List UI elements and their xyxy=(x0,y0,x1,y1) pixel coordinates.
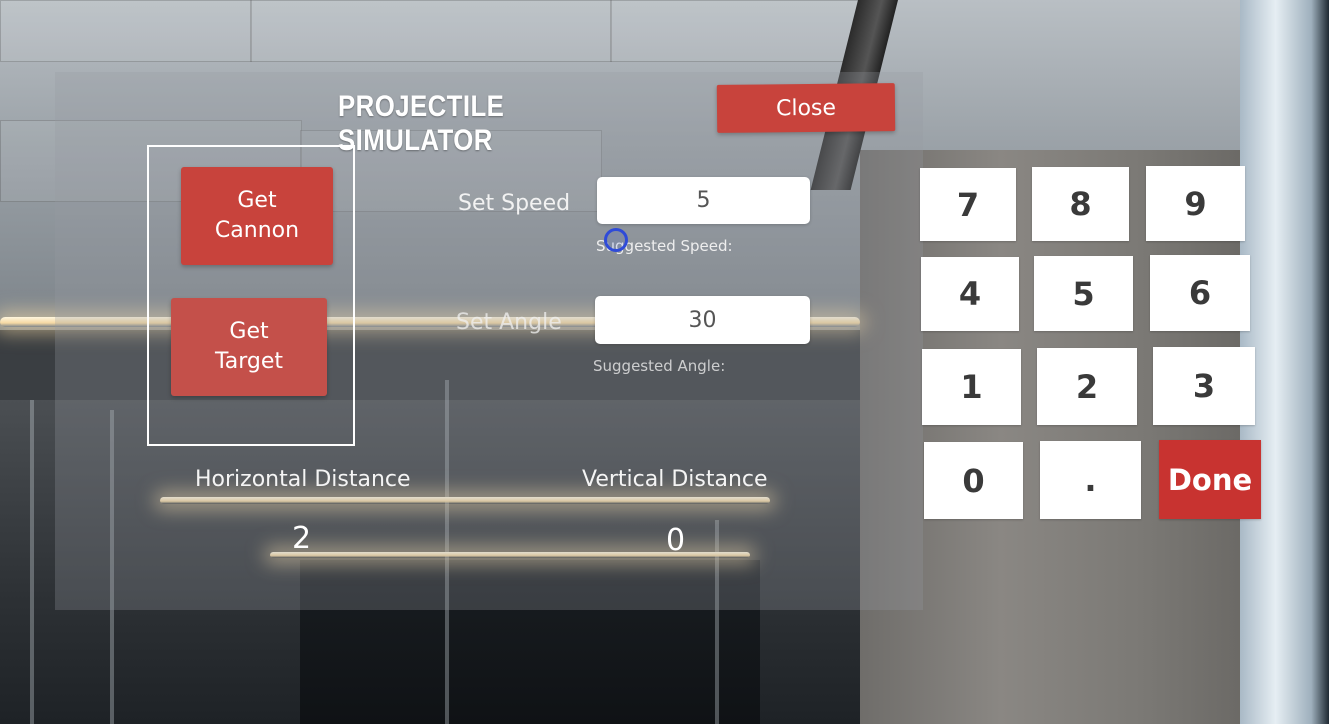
keypad-key-0[interactable]: 0 xyxy=(924,442,1023,519)
keypad-key-4[interactable]: 4 xyxy=(921,257,1019,331)
keypad-key-9[interactable]: 9 xyxy=(1146,166,1245,241)
keypad-key-6[interactable]: 6 xyxy=(1150,255,1250,331)
keypad-key-5[interactable]: 5 xyxy=(1034,256,1133,331)
horizontal-distance-value: 2 xyxy=(292,521,312,556)
gaze-cursor xyxy=(604,228,628,252)
close-button[interactable]: Close xyxy=(716,83,896,133)
speed-input[interactable] xyxy=(597,177,810,224)
angle-input[interactable] xyxy=(595,296,810,344)
vertical-distance-label: Vertical Distance xyxy=(582,467,768,492)
vertical-distance-value: 0 xyxy=(666,523,686,558)
get-target-button[interactable]: Get Target xyxy=(171,298,327,396)
set-angle-label: Set Angle xyxy=(456,310,562,335)
horizontal-distance-label: Horizontal Distance xyxy=(195,467,411,492)
ceiling-tile xyxy=(250,0,612,62)
keypad-key-1[interactable]: 1 xyxy=(922,349,1021,425)
page-title: PROJECTILE SIMULATOR xyxy=(338,90,505,157)
ceiling-tile xyxy=(0,0,252,62)
set-speed-label: Set Speed xyxy=(458,191,571,216)
glass-frame xyxy=(30,400,34,724)
ceiling-tile xyxy=(610,0,862,62)
keypad-key-7[interactable]: 7 xyxy=(920,168,1016,241)
keypad-key-3[interactable]: 3 xyxy=(1153,347,1255,425)
keypad-key-8[interactable]: 8 xyxy=(1032,167,1129,241)
get-cannon-button[interactable]: Get Cannon xyxy=(181,167,333,265)
keypad-done-button[interactable]: Done xyxy=(1159,440,1261,519)
keypad-key-decimal[interactable]: . xyxy=(1040,441,1141,519)
keypad-key-2[interactable]: 2 xyxy=(1037,348,1137,425)
suggested-angle-label: Suggested Angle: xyxy=(593,357,726,375)
